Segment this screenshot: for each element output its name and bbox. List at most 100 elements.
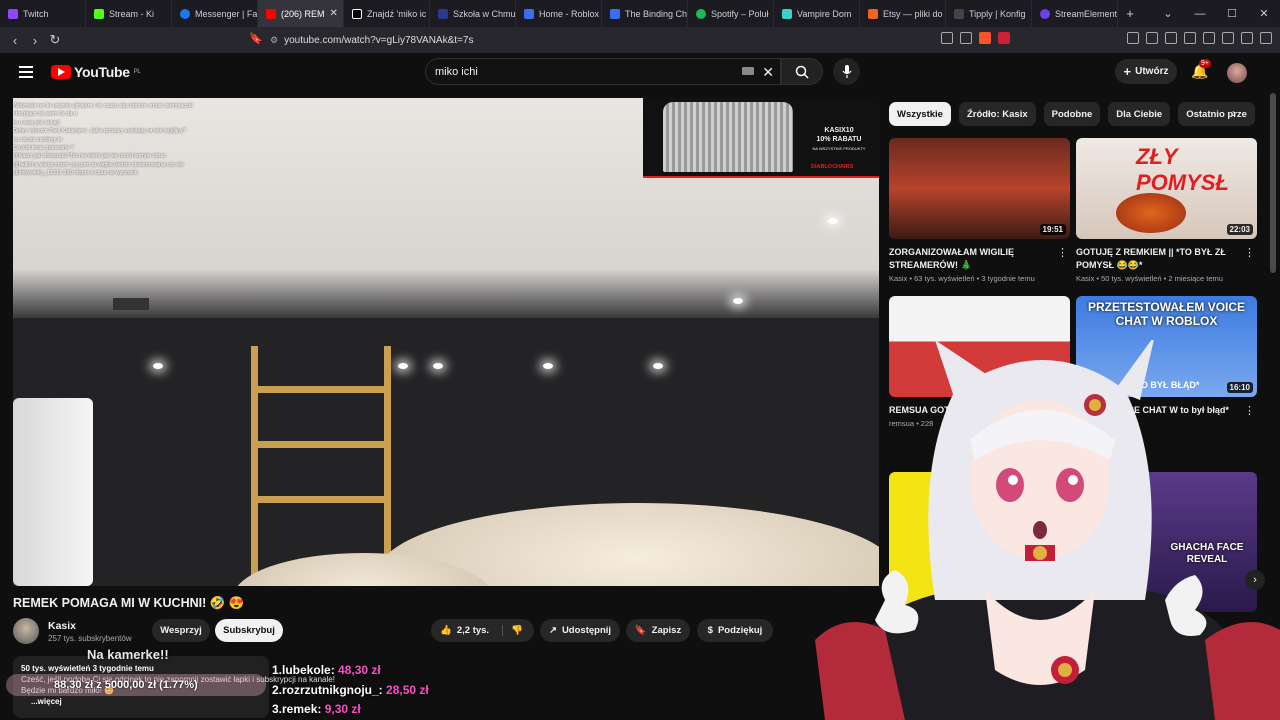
chat-message: @tinkywinky_12212 180 stopni a czas na w… <box>13 170 138 177</box>
wallet-icon[interactable] <box>1203 32 1215 44</box>
menu-icon[interactable] <box>1260 32 1272 44</box>
youtube-logo[interactable]: YouTube PL <box>51 64 141 80</box>
brave-shield-icon[interactable] <box>979 32 991 44</box>
chip-source[interactable]: Źródło: Kasix <box>958 102 1036 126</box>
video-thumbnail[interactable]: 19:51 <box>889 138 1070 239</box>
reload-icon[interactable]: ↻ <box>45 32 65 48</box>
chip-all[interactable]: Wszystkie <box>889 102 951 126</box>
browser-tab[interactable]: Szkoła w Chmu <box>430 0 516 27</box>
browser-tab[interactable]: Twitch <box>0 0 86 27</box>
camera-label-overlay: Na kamerke!! <box>87 647 169 662</box>
bookmark-icon[interactable]: 🔖 <box>249 32 263 45</box>
browser-tab-bar: Twitch Stream - Ki Messenger | Fa (206) … <box>0 0 1280 27</box>
youtube-icon <box>266 8 276 19</box>
search-icon <box>795 65 809 79</box>
search-button[interactable] <box>781 58 823 85</box>
recommended-video[interactable]: ZŁY POMYSŁ 22:03 GOTUJĘ Z REMKIEM || *TO… <box>1076 138 1257 283</box>
account-avatar[interactable] <box>1227 63 1247 83</box>
thanks-button[interactable]: $ Podziękuj <box>697 619 773 642</box>
top-donor-3: 3.remek: 9,30 zł <box>272 702 361 716</box>
share-button[interactable]: ↗ Udostępnij <box>540 619 620 642</box>
music-icon[interactable] <box>1165 32 1177 44</box>
browser-tab[interactable]: Messenger | Fa <box>172 0 258 27</box>
like-count[interactable]: 2,2 tys. <box>457 625 489 636</box>
browser-tab[interactable]: Znajdź 'miko ic <box>344 0 430 27</box>
browser-tab[interactable]: Etsy — pliki do <box>860 0 946 27</box>
notification-badge: 9+ <box>1199 59 1211 68</box>
search-input[interactable]: miko ichi ✕ <box>425 58 781 85</box>
vpn-icon[interactable] <box>1241 32 1253 44</box>
voice-search-button[interactable] <box>833 58 860 85</box>
thumbnail-text: PRZETESTOWAŁEM VOICE CHAT W ROBLOX <box>1087 300 1246 328</box>
subscriber-count: 257 tys. subskrybentów <box>48 634 132 643</box>
sidebar-icon[interactable] <box>1184 32 1196 44</box>
chip-similar[interactable]: Podobne <box>1043 102 1101 126</box>
url-field[interactable]: ⚙ youtube.com/watch?v=gLiy78VANAk&t=7s <box>270 31 870 49</box>
thumbnail-food <box>1116 193 1186 233</box>
close-tab-icon[interactable]: ✕ <box>330 8 338 19</box>
notifications-button[interactable]: 🔔 9+ <box>1191 59 1211 80</box>
ad-bar <box>643 176 879 178</box>
minimize-icon[interactable]: — <box>1184 0 1216 27</box>
browser-tab[interactable]: StreamElement <box>1032 0 1118 27</box>
screen-icon[interactable] <box>941 32 953 44</box>
scene-container <box>13 398 93 586</box>
back-icon[interactable]: ‹ <box>5 33 25 48</box>
browser-tab[interactable]: Tipply | Konfig <box>946 0 1032 27</box>
browser-tab[interactable]: Spotify – Poluł <box>688 0 774 27</box>
clear-search-icon[interactable]: ✕ <box>762 64 774 81</box>
scene-light <box>653 363 663 369</box>
etsy-icon <box>868 8 878 19</box>
menu-icon[interactable] <box>19 66 33 78</box>
more-options-icon[interactable]: ⋮ <box>1244 246 1255 259</box>
subscribe-button[interactable]: Subskrybuj <box>215 619 283 642</box>
thumbs-down-icon[interactable]: 👎 <box>502 625 523 636</box>
kick-icon <box>94 8 104 19</box>
keyboard-icon[interactable] <box>742 67 754 75</box>
tipply-icon <box>954 8 964 19</box>
video-title: ZORGANIZOWAŁAM WIGILIĘ STREAMERÓW! 🎄 <box>889 247 1014 270</box>
recommendation-chips: Wszystkie Źródło: Kasix Podobne Dla Cieb… <box>889 102 1259 126</box>
chevron-down-icon[interactable]: ⌄ <box>1152 0 1184 27</box>
puzzle-icon[interactable] <box>1127 32 1139 44</box>
recommended-video[interactable]: 19:51 ZORGANIZOWAŁAM WIGILIĘ STREAMERÓW!… <box>889 138 1070 283</box>
save-button[interactable]: 🔖 Zapisz <box>626 619 690 642</box>
more-options-icon[interactable]: ⋮ <box>1057 246 1068 259</box>
chip-recent[interactable]: Ostatnio prze <box>1178 102 1255 126</box>
school-icon <box>438 8 448 19</box>
extension-icons <box>941 32 1272 44</box>
dollar-icon: $ <box>707 625 713 636</box>
thumbs-up-icon[interactable]: 👍 <box>440 625 452 636</box>
browser-tab[interactable]: The Binding Ch <box>602 0 688 27</box>
browser-tab-active[interactable]: (206) REM ✕ <box>258 0 344 27</box>
window-controls: ⌄ — ☐ ✕ <box>1152 0 1280 27</box>
create-button[interactable]: + Utwórz <box>1115 59 1177 84</box>
scrollbar[interactable] <box>1270 93 1276 273</box>
capture-icon[interactable] <box>1146 32 1158 44</box>
video-meta: Kasix • 50 tys. wyświetleń • 2 miesiące … <box>1076 274 1223 283</box>
vtuber-avatar-overlay <box>815 340 1280 720</box>
new-tab-button[interactable]: + <box>1118 0 1142 27</box>
forward-icon[interactable]: › <box>25 33 45 48</box>
close-icon[interactable]: ✕ <box>1248 0 1280 27</box>
tiktok-icon <box>352 8 362 19</box>
scene-vent <box>113 298 149 310</box>
chat-message: to u was jest sniag! <box>13 119 60 126</box>
rewards-icon[interactable] <box>998 32 1010 44</box>
plus-icon: + <box>1123 64 1132 79</box>
video-thumbnail[interactable]: ZŁY POMYSŁ 22:03 <box>1076 138 1257 239</box>
browser-tab[interactable]: Home - Roblox <box>516 0 602 27</box>
sparkle-icon[interactable] <box>1222 32 1234 44</box>
browser-tab[interactable]: Stream - Ki <box>86 0 172 27</box>
channel-name[interactable]: Kasix <box>48 620 76 632</box>
show-more-link[interactable]: ...więcej <box>31 696 261 707</box>
scene-light <box>543 363 553 369</box>
maximize-icon[interactable]: ☐ <box>1216 0 1248 27</box>
support-button[interactable]: Wesprzyj <box>152 619 210 642</box>
browser-tab[interactable]: Vampire Dom <box>774 0 860 27</box>
chevron-right-icon[interactable]: › <box>1232 106 1236 120</box>
share-icon[interactable] <box>960 32 972 44</box>
channel-avatar[interactable] <box>13 618 39 644</box>
site-info-icon[interactable]: ⚙ <box>270 35 278 46</box>
chip-for-you[interactable]: Dla Ciebie <box>1108 102 1171 126</box>
